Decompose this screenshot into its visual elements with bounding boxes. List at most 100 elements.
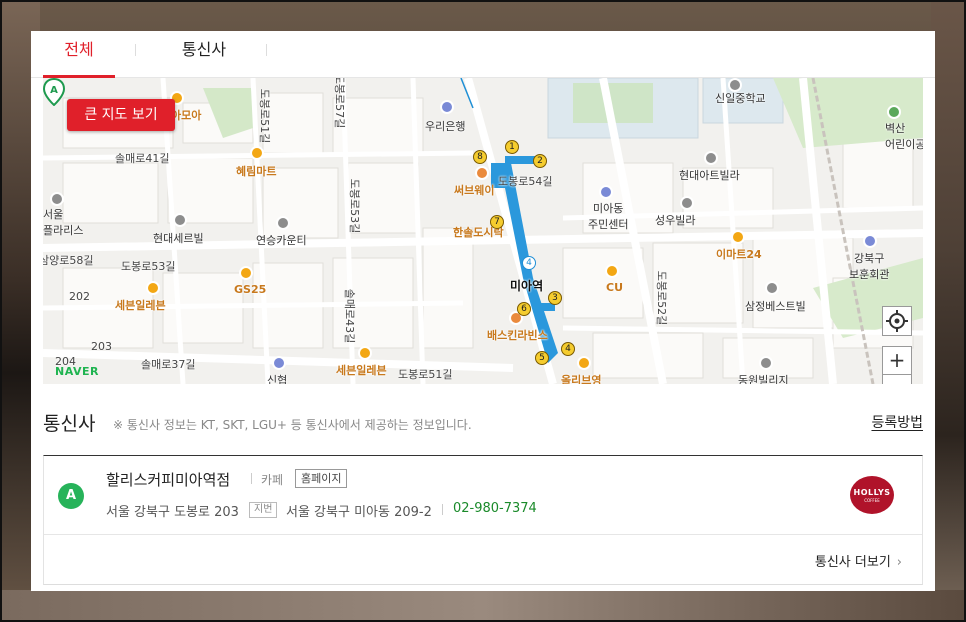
exit-badge: 3 <box>548 291 562 305</box>
shop-icon[interactable] <box>358 346 372 360</box>
poi-label: 성우빌라 <box>655 214 696 227</box>
section-title: 통신사 <box>43 413 96 435</box>
shop-icon[interactable] <box>250 146 264 160</box>
road-label: 도봉로53길 <box>121 260 176 273</box>
poi-label: 신협 <box>267 374 288 384</box>
building-icon[interactable] <box>765 281 779 295</box>
poi-label: 현대아트빌라 <box>679 169 740 182</box>
listing-category: 카페 <box>261 473 284 487</box>
divider <box>442 504 443 515</box>
poi-label: 아모아 <box>171 109 202 122</box>
listing-badge: A <box>58 483 84 509</box>
marker-letter: A <box>50 85 58 96</box>
tab-bar: 전체 통신사 <box>31 31 935 78</box>
poi-label: 서울 플라리스 <box>43 208 84 237</box>
jibun-address: 서울 강북구 미아동 209-2 <box>286 505 432 520</box>
exit-badge: 6 <box>517 302 531 316</box>
poi-label: 신일중학교 <box>715 92 766 105</box>
exit-badge: 7 <box>490 215 504 229</box>
building-icon[interactable] <box>759 356 773 370</box>
bank-icon[interactable] <box>440 100 454 114</box>
road-address: 서울 강북구 도봉로 203 <box>106 505 239 520</box>
exit-badge: 1 <box>505 140 519 154</box>
background-bottom <box>0 590 966 622</box>
poi-label: 써브웨이 <box>454 184 495 197</box>
listing-list: A 할리스커피미아역점 카페 홈페이지 서울 강북구 도봉로 203 지번 서울… <box>43 455 923 585</box>
poi-label: 연승카운티 <box>256 234 307 247</box>
shop-icon[interactable] <box>605 264 619 278</box>
phone-number[interactable]: 02-980-7374 <box>453 501 537 516</box>
station-label: 미아역 <box>510 279 544 293</box>
road-label: 도봉로53길 <box>348 178 362 234</box>
bank-icon[interactable] <box>272 356 286 370</box>
poi-label: 동원빌리지 <box>738 374 789 384</box>
big-map-button[interactable]: 큰 지도 보기 <box>67 99 175 131</box>
more-link-label: 통신사 더보기 <box>814 555 891 570</box>
building-icon[interactable] <box>680 196 694 210</box>
poi-label: 세븐일레븐 <box>115 299 166 312</box>
shop-icon[interactable] <box>146 281 160 295</box>
hollys-logo: HOLLYS COFFEE <box>850 476 894 514</box>
road-label: 솔매로43길 <box>343 288 357 344</box>
exit-badge: 2 <box>533 154 547 168</box>
poi-label: 미아동 주민센터 <box>588 202 629 231</box>
zoom-in-button[interactable]: + <box>882 346 912 375</box>
road-label: 도봉로52길 <box>655 270 669 326</box>
place-card: 전체 통신사 도봉로51길 도봉로57길 솔매로41길 도봉로53길 도봉로54… <box>31 31 935 591</box>
section-note: ※ 통신사 정보는 KT, SKT, LGU+ 등 통신사에서 제공하는 정보입… <box>113 418 472 432</box>
listing-name[interactable]: 할리스커피미아역점 <box>106 469 230 490</box>
poi-label: 이마트24 <box>716 248 762 261</box>
poi-label: 세븐일레븐 <box>336 364 387 377</box>
poi-label: 벽산 어린이공 <box>885 122 923 151</box>
zoom-out-button[interactable]: − <box>882 375 912 384</box>
map-view[interactable]: 도봉로51길 도봉로57길 솔매로41길 도봉로53길 도봉로54길 삼양로58… <box>43 78 923 384</box>
poi-label: CU <box>606 281 624 294</box>
building-icon[interactable] <box>173 213 187 227</box>
subway-line-4-icon: 4 <box>522 256 536 270</box>
crosshair-icon <box>886 310 908 332</box>
current-location-button[interactable] <box>882 306 912 336</box>
poi-label: 삼정베스트빌 <box>745 300 806 313</box>
logo-subtext: COFFEE <box>864 498 880 503</box>
chevron-right-icon: › <box>896 555 902 570</box>
section-header: 통신사 ※ 통신사 정보는 KT, SKT, LGU+ 등 통신사에서 제공하는… <box>43 409 923 439</box>
road-label: 도봉로57길 <box>333 78 347 129</box>
address-number: 203 <box>91 340 112 353</box>
tab-all[interactable]: 전체 <box>43 31 115 78</box>
logo-text: HOLLYS <box>853 488 891 497</box>
poi-label: 배스킨라빈스 <box>487 329 548 342</box>
road-label: 솔매로41길 <box>115 152 170 165</box>
poi-label: 강북구 보훈회관 <box>849 252 890 281</box>
tab-divider <box>135 44 136 56</box>
poi-label: 올리브영 <box>561 374 602 384</box>
jibun-tag: 지번 <box>249 502 278 518</box>
restaurant-icon[interactable] <box>475 166 489 180</box>
road-label: 도봉로51길 <box>258 88 272 144</box>
more-carriers-link[interactable]: 통신사 더보기 › <box>815 551 902 570</box>
poi-label: 혜림마트 <box>236 165 277 178</box>
location-marker-icon[interactable]: A <box>43 78 65 106</box>
list-item[interactable]: A 할리스커피미아역점 카페 홈페이지 서울 강북구 도봉로 203 지번 서울… <box>44 456 922 535</box>
kindergarten-icon[interactable] <box>887 105 901 119</box>
background-right <box>931 0 966 622</box>
clinic-icon[interactable] <box>50 192 64 206</box>
register-method-link[interactable]: 등록방법 <box>871 412 923 432</box>
road-label: 도봉로54길 <box>498 175 553 188</box>
government-icon[interactable] <box>863 234 877 248</box>
exit-badge: 4 <box>561 342 575 356</box>
shop-icon[interactable] <box>239 266 253 280</box>
poi-label: GS25 <box>234 283 267 296</box>
naver-logo: NAVER <box>55 365 99 378</box>
road-label: 도봉로51길 <box>398 368 453 381</box>
road-label: 솔매로37길 <box>141 358 196 371</box>
building-icon[interactable] <box>276 216 290 230</box>
poi-label: 우리은행 <box>425 120 466 133</box>
road-label: 삼양로58길 <box>43 254 94 267</box>
tab-divider <box>266 44 267 56</box>
shop-icon[interactable] <box>577 356 591 370</box>
shop-icon[interactable] <box>731 230 745 244</box>
government-icon[interactable] <box>599 185 613 199</box>
tab-carrier[interactable]: 통신사 <box>166 31 242 78</box>
building-icon[interactable] <box>704 151 718 165</box>
homepage-button[interactable]: 홈페이지 <box>295 469 348 488</box>
